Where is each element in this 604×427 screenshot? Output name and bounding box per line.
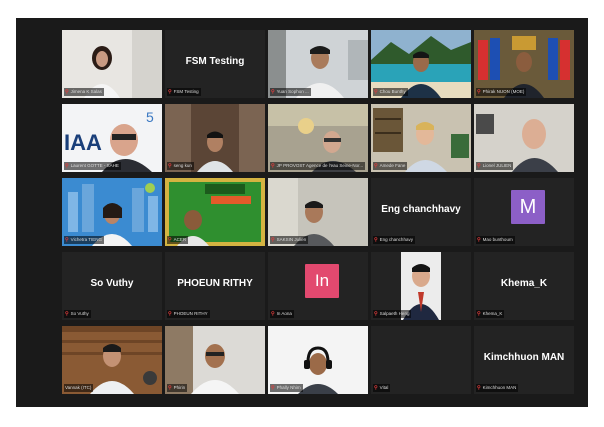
microphone-muted-icon: ⚲ [374, 385, 378, 391]
participant-name: ⚲ Phally Nhim [270, 384, 303, 392]
participant-name: ⚲ Eng chanchhavy [373, 236, 415, 244]
participant-avatar: M [511, 190, 545, 224]
participant-display-name: So Vuthy [90, 278, 134, 289]
participant-tile[interactable]: ⚲ Vichetra TIENG [62, 178, 162, 246]
svg-text:IAA: IAA [64, 130, 102, 155]
participant-tile[interactable]: ⚲ Phirak NUON (MOE) [474, 30, 574, 98]
gallery-view: ⚲ Jimena K Salas FSM Testing ⚲ FSM Testing… [16, 18, 588, 407]
participant-name: ⚲ Salpaeth Heng [373, 310, 412, 318]
participant-name: ⚲ Laurent GOTTE - SAHE [64, 162, 121, 170]
participant-tile[interactable]: ⚲ Amede Fane [371, 104, 471, 172]
microphone-muted-icon: ⚲ [374, 89, 378, 95]
participant-tile[interactable]: ⚲ seng kun [165, 104, 265, 172]
participant-name: ⚲ PHOEUN RITHY [167, 310, 210, 318]
participant-tile[interactable]: PHOEUN RITHY ⚲ PHOEUN RITHY [165, 252, 265, 320]
participant-name: ⚲ FSM Testing [167, 88, 201, 96]
microphone-muted-icon: ⚲ [477, 311, 481, 317]
participant-name: ⚲ Mao bunthoum [476, 236, 515, 244]
microphone-muted-icon: ⚲ [271, 311, 275, 317]
participant-tile[interactable]: IAA 5 ⚲ Laurent GOTTE - SAHE [62, 104, 162, 172]
participant-tile[interactable]: ⚲ ACER [165, 178, 265, 246]
participant-name: ⚲ JP PROVOST Agence de l'eau Seine-Nor... [270, 162, 365, 170]
participant-display-name: PHOEUN RITHY [177, 278, 253, 289]
participant-name: ⚲ seng kun [167, 162, 194, 170]
participant-display-name: FSM Testing [185, 56, 245, 67]
participant-name: ⚲ Khema_K [476, 310, 505, 318]
participant-tile[interactable]: ⚲ Phally Nhim [268, 326, 368, 394]
microphone-muted-icon: ⚲ [168, 163, 172, 169]
participant-name: ⚲ Kimchhuon MAN [476, 384, 519, 392]
microphone-muted-icon: ⚲ [168, 237, 172, 243]
participant-name: ⚲ ACER [167, 236, 189, 244]
participant-name: ⚲ Vichetra TIENG [64, 236, 105, 244]
participant-tile[interactable]: ⚲ Vital [371, 326, 471, 394]
microphone-muted-icon: ⚲ [65, 163, 69, 169]
participant-tile[interactable]: ⚲ Lionel JULIEN [474, 104, 574, 172]
participant-tile[interactable]: Kimchhuon MAN ⚲ Kimchhuon MAN [474, 326, 574, 394]
participant-name: ⚲ Yuan Sophon ... [270, 88, 311, 96]
participant-tile[interactable]: In ⚲ In Aona [268, 252, 368, 320]
participant-name: ⚲ SAKSIN Julien [270, 236, 309, 244]
microphone-muted-icon: ⚲ [477, 163, 481, 169]
microphone-muted-icon: ⚲ [65, 237, 69, 243]
participant-name: ⚲ Chou Bunthy [373, 88, 408, 96]
participant-tile[interactable]: So Vuthy ⚲ So Vuthy [62, 252, 162, 320]
participant-avatar: In [305, 264, 339, 298]
participant-tile[interactable]: ⚲ Phirin [165, 326, 265, 394]
microphone-muted-icon: ⚲ [374, 163, 378, 169]
microphone-muted-icon: ⚲ [271, 89, 275, 95]
participant-name: ⚲ Amede Fane [373, 162, 408, 170]
participant-name: ⚲ Vital [373, 384, 391, 392]
participant-name: Vannak (ITC) [64, 384, 94, 392]
participant-tile[interactable]: ⚲ JP PROVOST Agence de l'eau Seine-Nor... [268, 104, 368, 172]
participant-display-name: Khema_K [500, 278, 548, 289]
microphone-muted-icon: ⚲ [168, 385, 172, 391]
participant-tile[interactable]: ⚲ Chou Bunthy [371, 30, 471, 98]
microphone-muted-icon: ⚲ [168, 89, 172, 95]
participant-tile[interactable]: Eng chanchhavy ⚲ Eng chanchhavy [371, 178, 471, 246]
participant-name: ⚲ Phirin [167, 384, 188, 392]
participant-tile[interactable]: ⚲ Salpaeth Heng [371, 252, 471, 320]
microphone-muted-icon: ⚲ [271, 237, 275, 243]
microphone-muted-icon: ⚲ [65, 311, 69, 317]
microphone-muted-icon: ⚲ [168, 311, 172, 317]
microphone-muted-icon: ⚲ [477, 385, 481, 391]
participant-tile[interactable]: ⚲ Yuan Sophon ... [268, 30, 368, 98]
participant-name: ⚲ In Aona [270, 310, 294, 318]
participant-name: ⚲ So Vuthy [64, 310, 91, 318]
participant-tile[interactable]: ⚲ SAKSIN Julien [268, 178, 368, 246]
microphone-muted-icon: ⚲ [271, 385, 275, 391]
participant-name: ⚲ Jimena K Salas [64, 88, 104, 96]
participant-name: ⚲ Lionel JULIEN [476, 162, 514, 170]
participant-tile[interactable]: M ⚲ Mao bunthoum [474, 178, 574, 246]
participant-display-name: Eng chanchhavy [381, 204, 461, 215]
microphone-muted-icon: ⚲ [65, 89, 69, 95]
participant-tile-active-speaker[interactable]: Vannak (ITC) [62, 326, 162, 394]
microphone-muted-icon: ⚲ [271, 163, 275, 169]
participant-display-name: Kimchhuon MAN [483, 352, 565, 363]
microphone-muted-icon: ⚲ [477, 89, 481, 95]
microphone-muted-icon: ⚲ [477, 237, 481, 243]
participant-tile[interactable]: FSM Testing ⚲ FSM Testing [165, 30, 265, 98]
participant-name: ⚲ Phirak NUON (MOE) [476, 88, 527, 96]
microphone-muted-icon: ⚲ [374, 311, 378, 317]
participant-tile[interactable]: ⚲ Jimena K Salas [62, 30, 162, 98]
microphone-muted-icon: ⚲ [374, 237, 378, 243]
svg-text:5: 5 [146, 109, 154, 125]
participant-tile[interactable]: Khema_K ⚲ Khema_K [474, 252, 574, 320]
